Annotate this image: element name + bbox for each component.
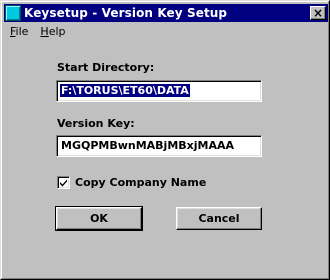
menu-help-mnemonic: H — [40, 24, 49, 38]
copy-company-option[interactable]: Copy Company Name — [57, 176, 206, 189]
start-directory-label: Start Directory: — [57, 61, 155, 74]
close-button[interactable]: × — [310, 6, 326, 20]
menu-help-label: elp — [48, 24, 66, 38]
app-icon[interactable] — [5, 5, 21, 21]
copy-company-label: Copy Company Name — [75, 176, 207, 189]
keysetup-window: Keysetup - Version Key Setup × File Help… — [0, 0, 330, 280]
ok-button[interactable]: OK — [55, 206, 143, 231]
window-frame: Keysetup - Version Key Setup × File Help… — [1, 1, 329, 279]
version-key-label: Version Key: — [57, 117, 135, 130]
start-directory-value: F:\TORUS\ET60\DATA — [60, 84, 190, 97]
menu-file[interactable]: File — [4, 25, 34, 38]
version-key-value: MGQPMBwnMABjMBxjMAAA — [61, 139, 235, 152]
checkmark-icon — [60, 179, 67, 187]
copy-company-checkbox[interactable] — [57, 176, 70, 189]
window-title: Keysetup - Version Key Setup — [24, 6, 228, 20]
menu-bar: File Help — [4, 23, 328, 39]
cancel-button[interactable]: Cancel — [176, 207, 262, 230]
version-key-input[interactable]: MGQPMBwnMABjMBxjMAAA — [56, 135, 262, 157]
close-icon: × — [312, 6, 324, 20]
menu-file-label: ile — [15, 24, 29, 38]
title-bar[interactable]: Keysetup - Version Key Setup × — [4, 4, 328, 22]
cancel-button-label: Cancel — [198, 212, 240, 225]
ok-button-label: OK — [90, 212, 108, 225]
start-directory-input[interactable]: F:\TORUS\ET60\DATA — [56, 80, 262, 102]
menu-help[interactable]: Help — [34, 25, 71, 38]
